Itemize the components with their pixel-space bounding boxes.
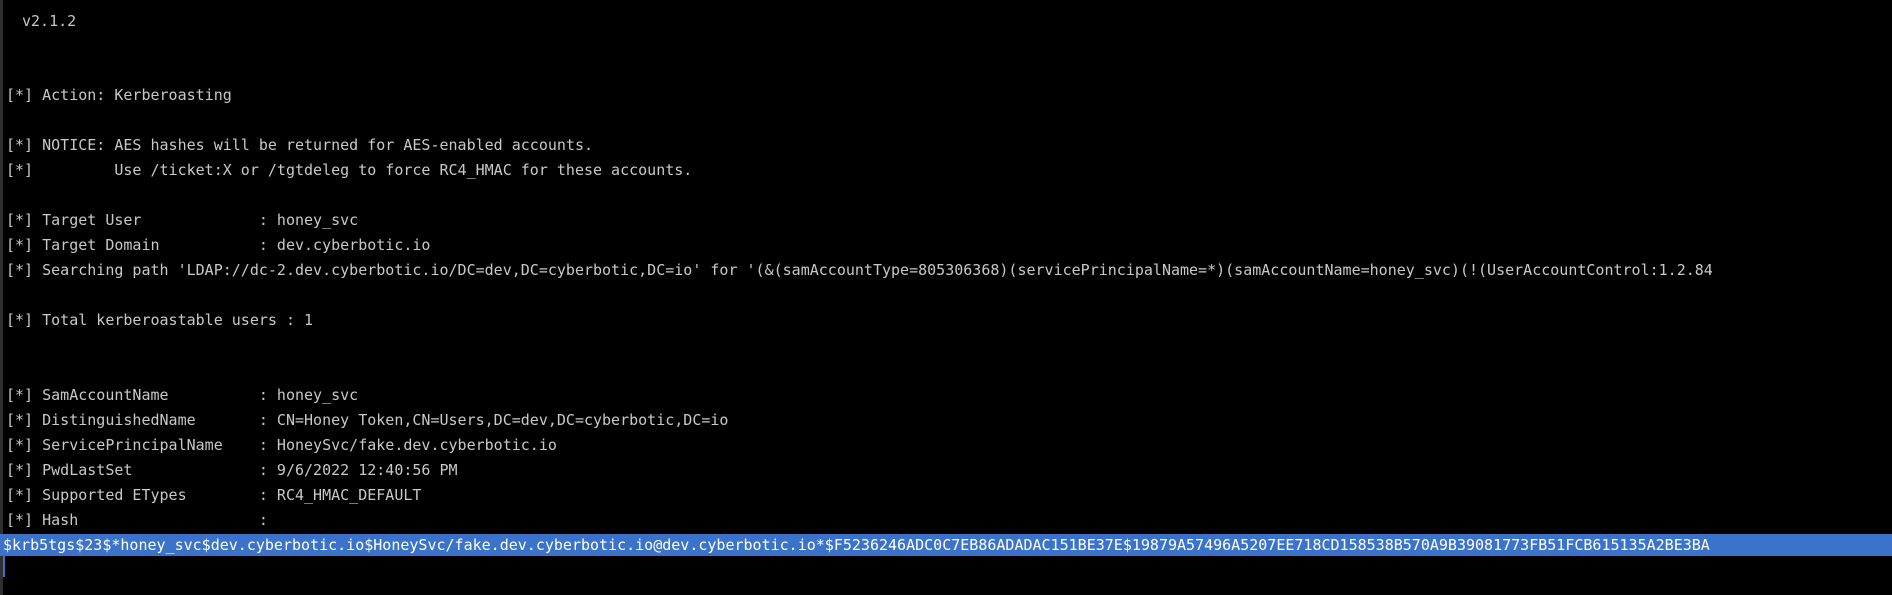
text-cursor (3, 556, 5, 577)
output-line-action: [*] Action: Kerberoasting (6, 86, 232, 104)
output-line-samaccountname: [*] SamAccountName : honey_svc (6, 386, 359, 404)
selected-hash-text[interactable]: $krb5tgs$23$*honey_svc$dev.cyberbotic.io… (3, 535, 1710, 555)
terminal-window[interactable]: v2.1.2 [*] Action: Kerberoasting [*] NOT… (0, 0, 1892, 595)
output-line-search-path: [*] Searching path 'LDAP://dc-2.dev.cybe… (6, 261, 1713, 279)
output-line-pwdlastset: [*] PwdLastSet : 9/6/2022 12:40:56 PM (6, 461, 458, 479)
output-line-target-domain: [*] Target Domain : dev.cyberbotic.io (6, 236, 431, 254)
output-line-notice-detail: [*] Use /ticket:X or /tgtdeleg to force … (6, 161, 693, 179)
window-left-border (0, 0, 3, 595)
output-line-supported-etypes: [*] Supported ETypes : RC4_HMAC_DEFAULT (6, 486, 422, 504)
output-line-target-user: [*] Target User : honey_svc (6, 211, 359, 229)
output-line-total-users: [*] Total kerberoastable users : 1 (6, 311, 314, 329)
version-line: v2.1.2 (22, 12, 77, 30)
output-line-notice: [*] NOTICE: AES hashes will be returned … (6, 136, 593, 154)
output-line-distinguishedname: [*] DistinguishedName : CN=Honey Token,C… (6, 411, 729, 429)
output-line-serviceprincipalname: [*] ServicePrincipalName : HoneySvc/fake… (6, 436, 557, 454)
output-line-hash-label: [*] Hash : (6, 511, 268, 529)
